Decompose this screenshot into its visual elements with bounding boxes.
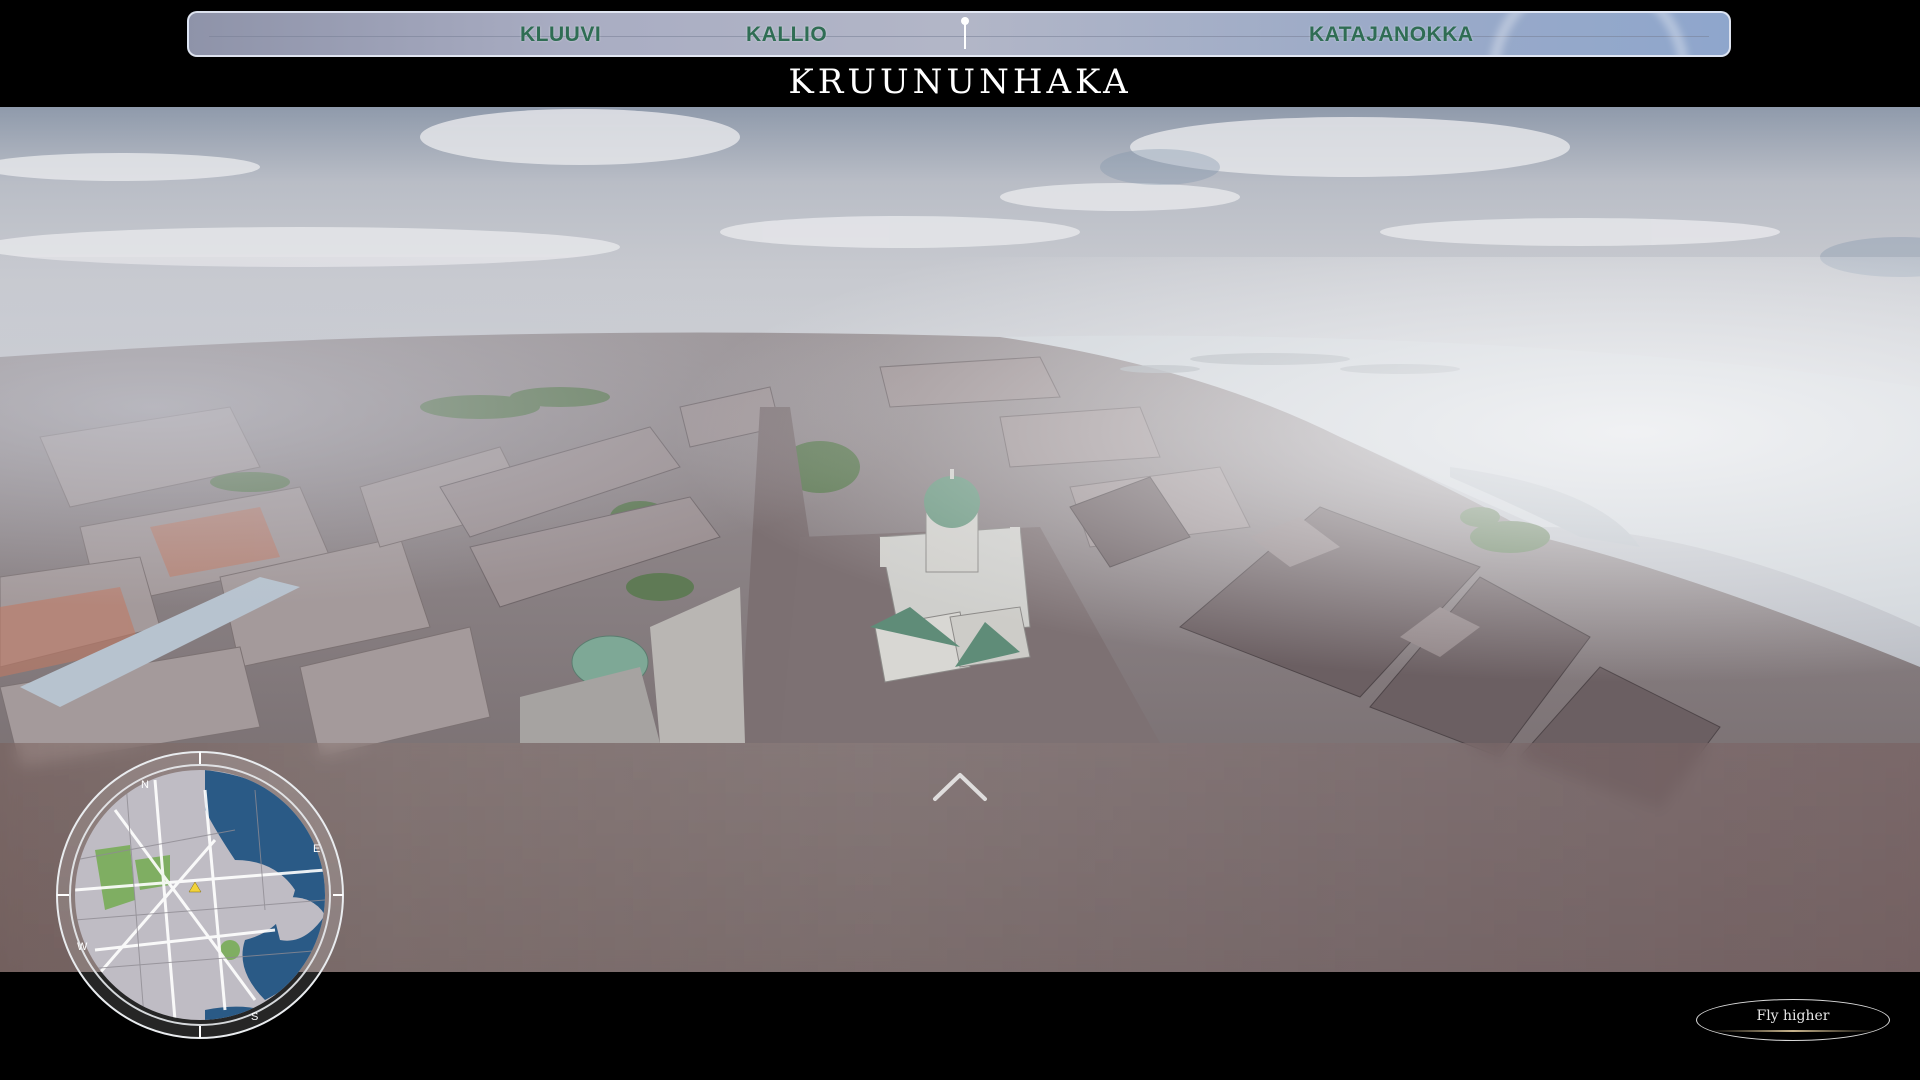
- minimap-east-label: E: [313, 843, 320, 855]
- chevron-up-icon[interactable]: [930, 767, 990, 807]
- minimap-north-label: N: [141, 779, 149, 791]
- heading-needle-icon: [961, 15, 969, 51]
- compass-district-kallio[interactable]: KALLIO: [746, 23, 827, 47]
- fly-higher-button[interactable]: Fly higher: [1696, 999, 1890, 1041]
- fly-higher-progress-underline: [1709, 1030, 1877, 1032]
- game-screen: KLUUVI KALLIO KATAJANOKKA KRUUNUNHAKA N …: [0, 0, 1920, 1080]
- fly-higher-label: Fly higher: [1756, 1008, 1830, 1024]
- minimap-west-label: W: [77, 941, 88, 953]
- minimap-south-label: S: [251, 1011, 258, 1023]
- current-district-title: KRUUNUNHAKA: [788, 62, 1132, 102]
- minimap-map: N E S W: [56, 751, 344, 1039]
- minimap[interactable]: N E S W: [55, 750, 345, 1040]
- compass-strip: KLUUVI KALLIO KATAJANOKKA: [187, 11, 1731, 57]
- compass-district-katajanokka[interactable]: KATAJANOKKA: [1309, 23, 1474, 47]
- compass-district-kluuvi[interactable]: KLUUVI: [520, 23, 601, 47]
